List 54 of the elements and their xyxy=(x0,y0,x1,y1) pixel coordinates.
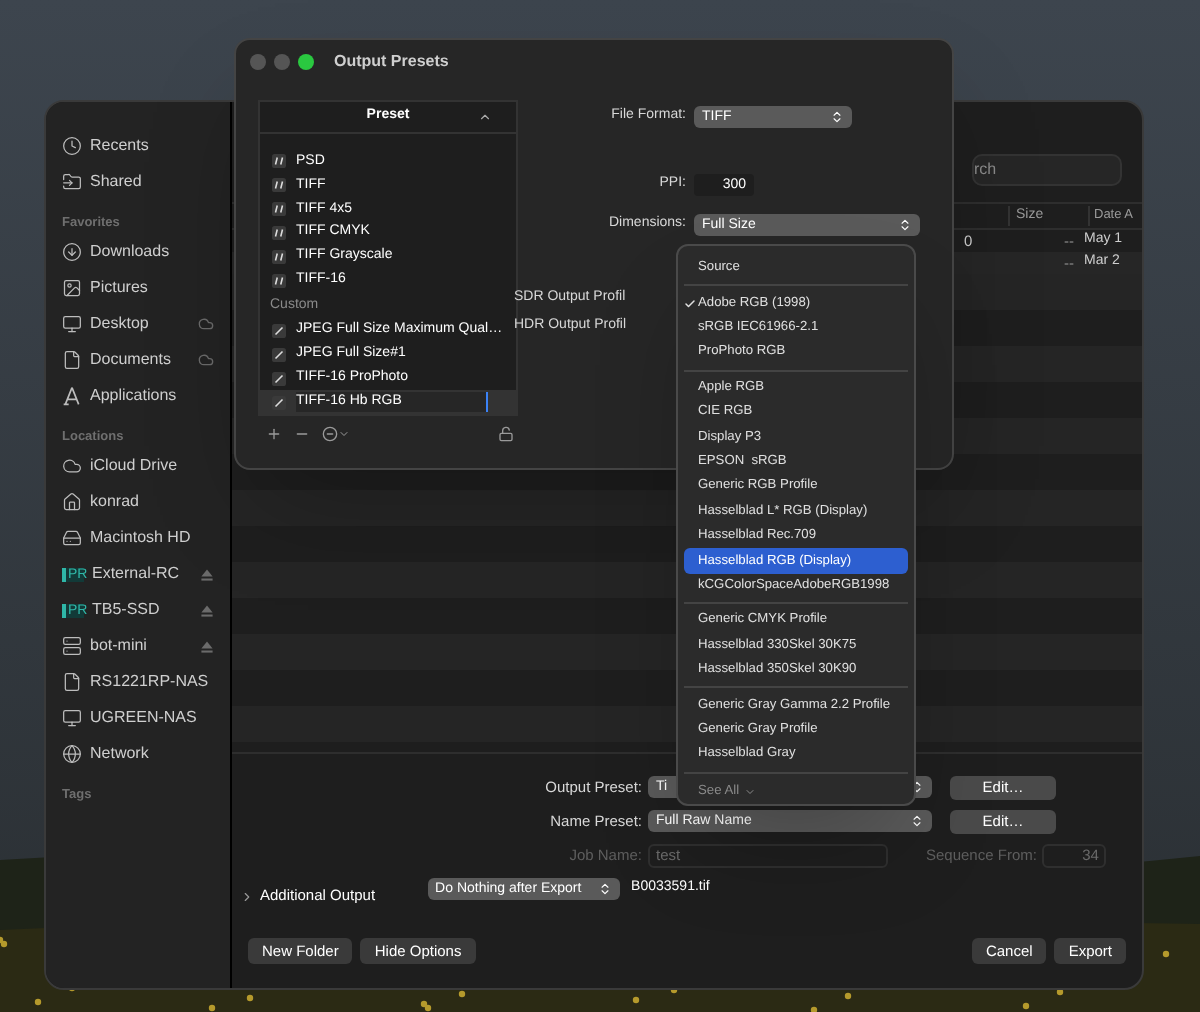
sidebar-item[interactable]: Pictures xyxy=(62,270,214,306)
sidebar-item[interactable]: Network xyxy=(62,736,214,772)
sidebar-item[interactable]: Shared xyxy=(62,164,214,200)
download-icon xyxy=(62,242,82,262)
minimize-icon[interactable] xyxy=(274,54,290,70)
shared-folder-icon xyxy=(62,172,82,192)
drive-icon xyxy=(62,528,82,548)
add-icon[interactable] xyxy=(266,426,282,442)
sort-icon xyxy=(478,110,492,124)
sidebar-item[interactable]: iCloud Drive xyxy=(62,448,214,484)
chevron-icon xyxy=(338,428,350,440)
document-icon xyxy=(62,672,82,692)
unlock-icon[interactable] xyxy=(498,426,514,442)
document-icon xyxy=(62,350,82,370)
cloud-icon xyxy=(62,456,82,476)
sidebar-item[interactable]: Documents xyxy=(62,342,214,378)
action-icon xyxy=(322,426,338,442)
pencil-icon xyxy=(272,395,286,410)
clock-icon xyxy=(62,136,82,156)
stepper-icon xyxy=(830,109,844,123)
server-icon xyxy=(62,636,82,656)
action-menu-button[interactable] xyxy=(322,426,350,442)
picture-icon xyxy=(62,278,82,298)
cloud-icon xyxy=(198,352,214,368)
eject-icon[interactable] xyxy=(200,567,214,581)
stepper-icon xyxy=(910,814,924,828)
window-title: Output Presets xyxy=(334,50,449,74)
close-icon[interactable] xyxy=(250,54,266,70)
sidebar-item[interactable]: Recents xyxy=(62,128,214,164)
sidebar-item[interactable]: konrad xyxy=(62,484,214,520)
monitor-icon xyxy=(62,708,82,728)
sidebar-item[interactable]: Macintosh HD xyxy=(62,520,214,556)
sidebar-item[interactable]: RS1221RP-NAS xyxy=(62,664,214,700)
sidebar-item[interactable]: Applications xyxy=(62,378,214,414)
sidebar-item[interactable]: bot-mini xyxy=(62,628,214,664)
cloud-icon xyxy=(198,316,214,332)
sidebar-item[interactable]: Downloads xyxy=(62,234,214,270)
sidebar-item[interactable]: UGREEN-NAS xyxy=(62,700,214,736)
sidebar-item[interactable]: Desktop xyxy=(62,306,214,342)
globe-icon xyxy=(62,744,82,764)
zoom-icon[interactable] xyxy=(298,54,314,70)
chevron-icon xyxy=(743,786,756,799)
pencil-icon xyxy=(272,347,286,362)
chevron-icon xyxy=(240,889,254,903)
checkmark-icon xyxy=(684,297,696,310)
stepper-icon xyxy=(898,217,912,231)
pencil-icon xyxy=(272,323,286,338)
monitor-icon xyxy=(62,314,82,334)
eject-icon[interactable] xyxy=(200,639,214,653)
stepper-icon xyxy=(597,881,612,895)
search-field[interactable]: rch xyxy=(972,154,1122,186)
house-icon xyxy=(62,492,82,512)
eject-icon[interactable] xyxy=(200,603,214,617)
pencil-icon xyxy=(272,371,286,386)
